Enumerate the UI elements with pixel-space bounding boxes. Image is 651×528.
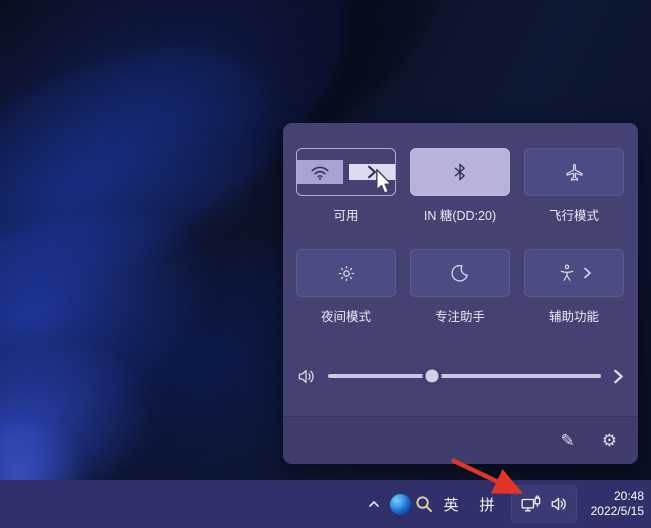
wifi-icon bbox=[309, 161, 331, 183]
search-button[interactable] bbox=[412, 480, 436, 528]
quick-settings-tiles: 可用 IN 糖(DD:20) 飞行模式 bbox=[283, 123, 638, 325]
chevron-right-icon bbox=[583, 267, 592, 279]
volume-row bbox=[283, 363, 638, 389]
tile-cell-airplane: 飞行模式 bbox=[524, 148, 624, 224]
bluetooth-tile-label: IN 糖(DD:20) bbox=[424, 205, 496, 224]
accessibility-tile[interactable] bbox=[524, 249, 624, 297]
speaker-icon bbox=[297, 367, 316, 386]
tray-speaker-icon bbox=[550, 495, 568, 513]
taskbar-clock[interactable]: 20:48 2022/5/15 bbox=[591, 480, 644, 528]
network-icon bbox=[521, 495, 541, 513]
quick-settings-footer: ✎ ⚙ bbox=[283, 416, 638, 464]
bluetooth-icon bbox=[450, 161, 470, 183]
accessibility-tile-label: 辅助功能 bbox=[549, 306, 599, 325]
quick-settings-panel: 可用 IN 糖(DD:20) 飞行模式 bbox=[283, 123, 638, 464]
clock-time: 20:48 bbox=[591, 489, 644, 504]
wifi-tile bbox=[296, 148, 396, 196]
airplane-mode-tile-label: 飞行模式 bbox=[549, 205, 599, 224]
volume-expand-chevron-icon[interactable] bbox=[613, 369, 624, 384]
tile-cell-bluetooth: IN 糖(DD:20) bbox=[410, 148, 510, 224]
volume-slider-track bbox=[328, 374, 601, 378]
tile-cell-night-light: 夜间模式 bbox=[296, 249, 396, 325]
system-tray-button[interactable] bbox=[511, 485, 577, 523]
focus-assist-tile-label: 专注助手 bbox=[435, 306, 485, 325]
tray-overflow-button[interactable] bbox=[362, 480, 386, 528]
ime-mode-button[interactable]: 拼 bbox=[474, 480, 500, 528]
moon-icon bbox=[450, 263, 470, 283]
chevron-right-icon bbox=[366, 165, 378, 179]
accessibility-icon bbox=[557, 263, 577, 283]
wifi-toggle-button[interactable] bbox=[297, 160, 343, 184]
all-settings-gear-button[interactable]: ⚙ bbox=[602, 432, 617, 449]
edge-browser-button[interactable] bbox=[388, 480, 412, 528]
wifi-tile-label: 可用 bbox=[333, 205, 358, 224]
tile-cell-accessibility: 辅助功能 bbox=[524, 249, 624, 325]
ime-language-button[interactable]: 英 bbox=[438, 480, 464, 528]
focus-assist-tile[interactable] bbox=[410, 249, 510, 297]
night-light-tile-label: 夜间模式 bbox=[321, 306, 371, 325]
wifi-expand-button[interactable] bbox=[349, 164, 395, 180]
tile-cell-wifi: 可用 bbox=[296, 148, 396, 224]
clock-date: 2022/5/15 bbox=[591, 504, 644, 519]
chevron-up-icon bbox=[366, 496, 382, 512]
bluetooth-tile[interactable] bbox=[410, 148, 510, 196]
airplane-mode-tile[interactable] bbox=[524, 148, 624, 196]
edit-quick-settings-button[interactable]: ✎ bbox=[561, 432, 575, 449]
night-light-tile[interactable] bbox=[296, 249, 396, 297]
sun-icon bbox=[336, 263, 357, 284]
volume-slider[interactable] bbox=[328, 363, 601, 389]
volume-slider-thumb[interactable] bbox=[422, 367, 441, 386]
airplane-icon bbox=[564, 162, 585, 183]
desktop: 可用 IN 糖(DD:20) 飞行模式 bbox=[0, 0, 651, 528]
search-icon bbox=[414, 494, 434, 514]
taskbar: 英 拼 20:48 2022/5/15 bbox=[0, 480, 651, 528]
tile-cell-focus-assist: 专注助手 bbox=[410, 249, 510, 325]
edge-icon bbox=[390, 494, 411, 515]
